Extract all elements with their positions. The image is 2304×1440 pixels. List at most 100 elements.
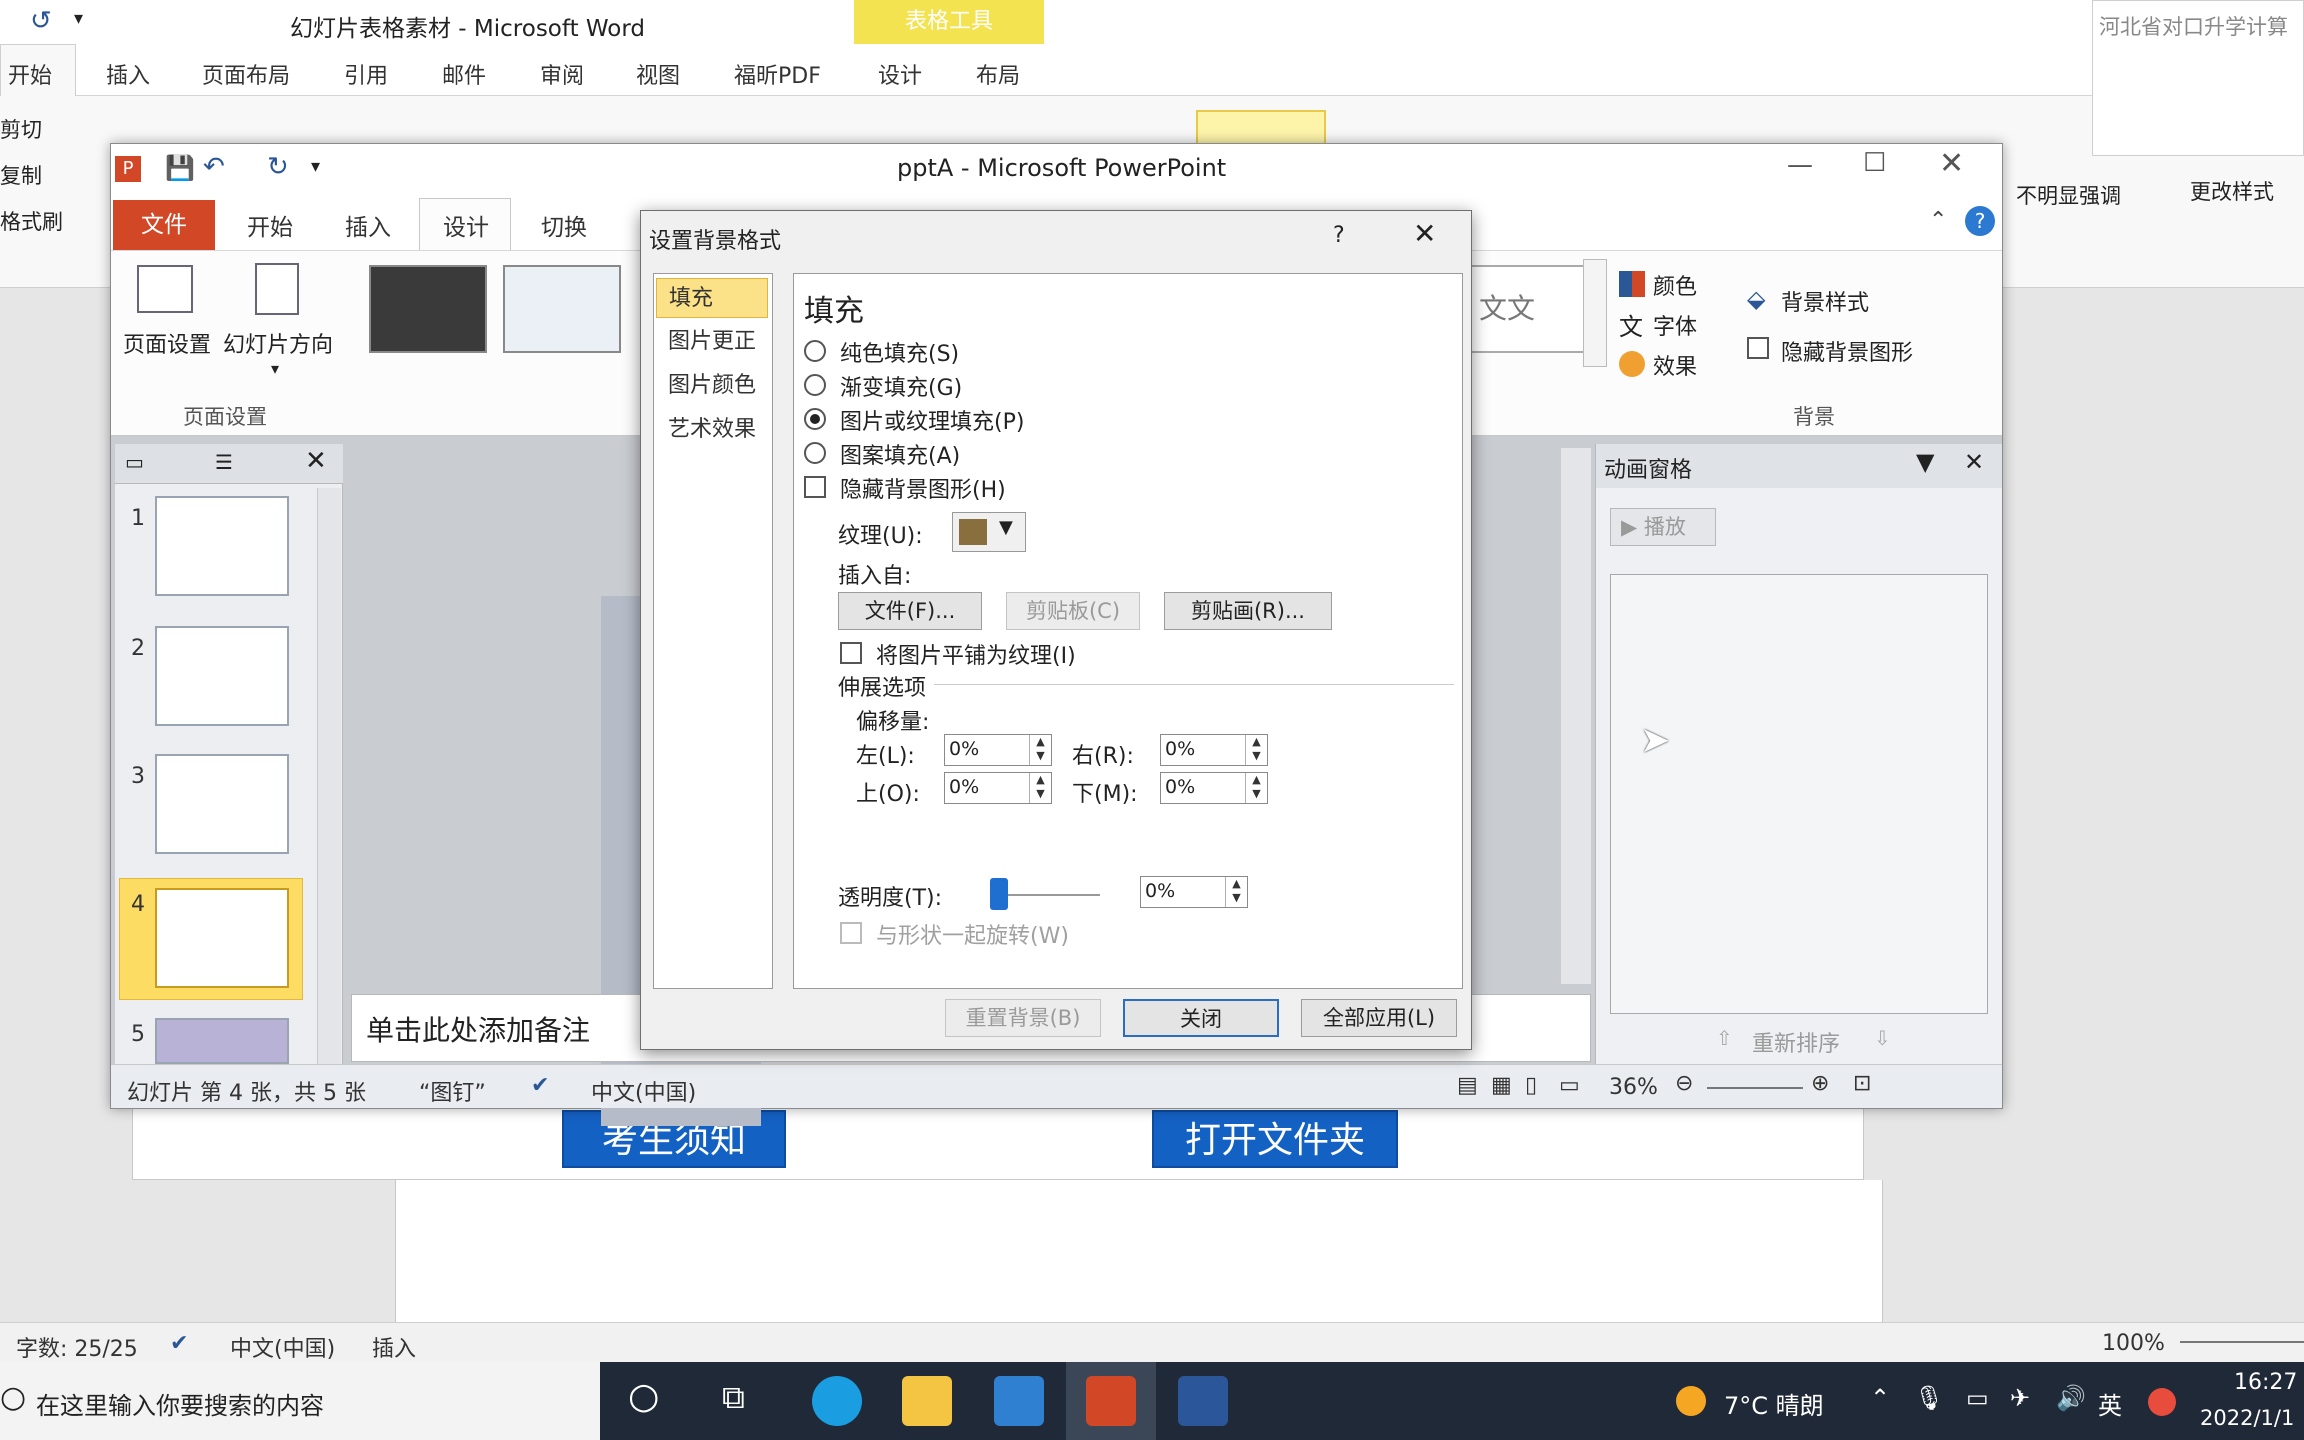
word-zoom-slider[interactable] xyxy=(2180,1341,2304,1343)
undo-icon[interactable]: ↺ xyxy=(30,6,52,36)
minimize-icon[interactable]: — xyxy=(1787,150,1813,180)
ppt-zoom-level[interactable]: 36% xyxy=(1609,1075,1658,1100)
file-button[interactable]: 文件(F)... xyxy=(838,592,982,630)
bottom-offset-value[interactable]: 0% xyxy=(1165,776,1195,798)
effects-button[interactable]: 效果 xyxy=(1653,349,1697,381)
microphone-icon[interactable]: 🎙 xyxy=(1914,1384,1944,1412)
slide-thumbnail-1[interactable] xyxy=(155,496,289,596)
gradient-fill-radio[interactable] xyxy=(804,374,826,396)
qat-dropdown-icon[interactable]: ▾ xyxy=(74,8,83,29)
animation-pane-menu-icon[interactable]: ▼ xyxy=(1916,448,1934,476)
powerpoint-taskbar-icon[interactable] xyxy=(1086,1376,1136,1426)
word-tab-home-label[interactable]: 开始 xyxy=(8,58,52,90)
animation-pane-close-icon[interactable]: ✕ xyxy=(1964,448,1984,476)
slide-orientation-button[interactable]: 幻灯片方向 xyxy=(223,327,333,359)
word-zoom-level[interactable]: 100% xyxy=(2102,1331,2165,1356)
reading-view-icon[interactable]: ▯ xyxy=(1525,1073,1537,1098)
ribbon-collapse-icon[interactable]: ⌃ xyxy=(1929,208,1947,233)
ime-indicator[interactable]: 英 xyxy=(2098,1386,2122,1421)
slide-sorter-icon[interactable]: ▦ xyxy=(1491,1073,1512,1098)
maximize-icon[interactable]: ☐ xyxy=(1863,148,1886,178)
word-taskbar-icon[interactable] xyxy=(1178,1376,1228,1426)
zoom-out-icon[interactable]: ⊖ xyxy=(1675,1071,1693,1096)
word-language[interactable]: 中文(中国) xyxy=(230,1331,335,1363)
transparency-value[interactable]: 0% xyxy=(1145,880,1175,902)
weather-icon[interactable] xyxy=(1676,1386,1706,1416)
top-offset-spinner[interactable]: 0% ▲ ▼ xyxy=(944,772,1052,804)
word-tab-layout[interactable]: 页面布局 xyxy=(202,58,290,90)
solid-fill-radio[interactable] xyxy=(804,340,826,362)
open-folder-button[interactable]: 打开文件夹 xyxy=(1152,1110,1398,1168)
insert-mode[interactable]: 插入 xyxy=(372,1331,416,1363)
ppt-redo-icon[interactable]: ↻ xyxy=(267,152,289,182)
word-tab-mailings[interactable]: 邮件 xyxy=(442,58,486,90)
word-tab-insert[interactable]: 插入 xyxy=(106,58,150,90)
ppt-zoom-slider[interactable] xyxy=(1707,1087,1803,1089)
nav-artistic-effects[interactable]: 艺术效果 xyxy=(656,410,768,450)
theme-gallery-scroll[interactable] xyxy=(1583,259,1607,367)
word-tab-layout-table[interactable]: 布局 xyxy=(976,58,1020,90)
taskbar-search-input[interactable]: 在这里输入你要搜索的内容 xyxy=(36,1386,324,1421)
animation-list[interactable] xyxy=(1610,574,1988,1014)
word-tab-foxit-pdf[interactable]: 福昕PDF xyxy=(734,58,821,90)
right-offset-arrows[interactable]: ▲ ▼ xyxy=(1245,735,1267,765)
dialog-close-icon[interactable]: ✕ xyxy=(1413,217,1436,250)
theme-thumbnail-right[interactable]: 文文 xyxy=(1469,265,1587,353)
texture-picker[interactable]: ▼ xyxy=(952,512,1026,552)
theme-thumbnail-1[interactable] xyxy=(369,265,487,353)
notes-placeholder[interactable]: 单击此处添加备注 xyxy=(366,1009,590,1049)
right-offset-spinner[interactable]: 0% ▲ ▼ xyxy=(1160,734,1268,766)
pattern-fill-label[interactable]: 图案填充(A) xyxy=(840,438,960,470)
ppt-undo-icon[interactable]: ↶ xyxy=(203,152,225,182)
slide-thumbnail-5[interactable] xyxy=(155,1018,289,1064)
left-offset-arrows[interactable]: ▲ ▼ xyxy=(1029,735,1051,765)
ppt-tab-insert[interactable]: 插入 xyxy=(345,208,391,242)
nav-fill[interactable]: 填充 xyxy=(656,278,768,318)
tile-picture-label[interactable]: 将图片平铺为纹理(I) xyxy=(876,638,1076,670)
top-offset-arrows[interactable]: ▲ ▼ xyxy=(1029,773,1051,803)
copy-button[interactable]: 复制 xyxy=(0,160,42,190)
word-count[interactable]: 字数: 25/25 xyxy=(16,1331,138,1363)
tile-picture-checkbox[interactable] xyxy=(840,642,862,664)
dialog-help-button[interactable]: ? xyxy=(1333,223,1345,248)
background-styles-button[interactable]: 背景样式 xyxy=(1781,285,1869,317)
taskbar-search[interactable]: ○ 在这里输入你要搜索的内容 xyxy=(0,1362,600,1440)
clock-time[interactable]: 16:27 xyxy=(2234,1370,2297,1395)
ppt-qat-dropdown-icon[interactable]: ▾ xyxy=(311,156,320,177)
help-icon[interactable]: ? xyxy=(1965,206,1995,236)
slide-thumbnail-4[interactable] xyxy=(155,888,289,988)
bottom-offset-spinner[interactable]: 0% ▲ ▼ xyxy=(1160,772,1268,804)
clipart-button[interactable]: 剪贴画(R)... xyxy=(1164,592,1332,630)
move-down-icon[interactable]: ⇩ xyxy=(1874,1026,1891,1050)
close-button[interactable]: 关闭 xyxy=(1123,999,1279,1037)
proofing-icon[interactable]: ✔ xyxy=(170,1331,188,1356)
ppt-tab-design-label[interactable]: 设计 xyxy=(443,208,489,242)
reset-background-button[interactable]: 重置背景(B) xyxy=(945,999,1101,1037)
word-tab-references[interactable]: 引用 xyxy=(344,58,388,90)
hide-bg-label[interactable]: 隐藏背景图形(H) xyxy=(840,472,1006,504)
clock-date[interactable]: 2022/1/1 xyxy=(2200,1406,2294,1430)
pattern-fill-radio[interactable] xyxy=(804,442,826,464)
hide-bg-graphics-checkbox[interactable] xyxy=(1747,337,1769,359)
fonts-button[interactable]: 字体 xyxy=(1653,309,1697,341)
airplane-icon[interactable]: ✈ xyxy=(2010,1384,2030,1412)
outline-tab-icon[interactable]: ☰ xyxy=(215,450,233,474)
hide-bg-checkbox[interactable] xyxy=(804,476,826,498)
sogou-ime-icon[interactable] xyxy=(2148,1388,2176,1416)
picture-texture-fill-radio[interactable] xyxy=(804,408,826,430)
fit-to-window-icon[interactable]: ⊡ xyxy=(1853,1071,1871,1096)
transparency-spinner[interactable]: 0% ▲ ▼ xyxy=(1140,876,1248,908)
task-view-icon[interactable]: ⧉ xyxy=(722,1378,745,1417)
ppt-tab-transitions[interactable]: 切换 xyxy=(541,208,587,242)
cut-button[interactable]: 剪切 xyxy=(0,114,42,144)
file-tab[interactable]: 文件 xyxy=(113,200,215,250)
nav-picture-color[interactable]: 图片颜色 xyxy=(656,366,768,406)
left-offset-value[interactable]: 0% xyxy=(949,738,979,760)
transparency-arrows[interactable]: ▲ ▼ xyxy=(1225,877,1247,907)
format-painter-button[interactable]: 格式刷 xyxy=(0,206,63,236)
orientation-dropdown-icon[interactable]: ▾ xyxy=(271,359,279,378)
theme-thumbnail-2[interactable] xyxy=(503,265,621,353)
word-tab-design[interactable]: 设计 xyxy=(878,58,922,90)
slide-thumbnail-2[interactable] xyxy=(155,626,289,726)
transparency-slider-thumb[interactable] xyxy=(990,878,1008,910)
